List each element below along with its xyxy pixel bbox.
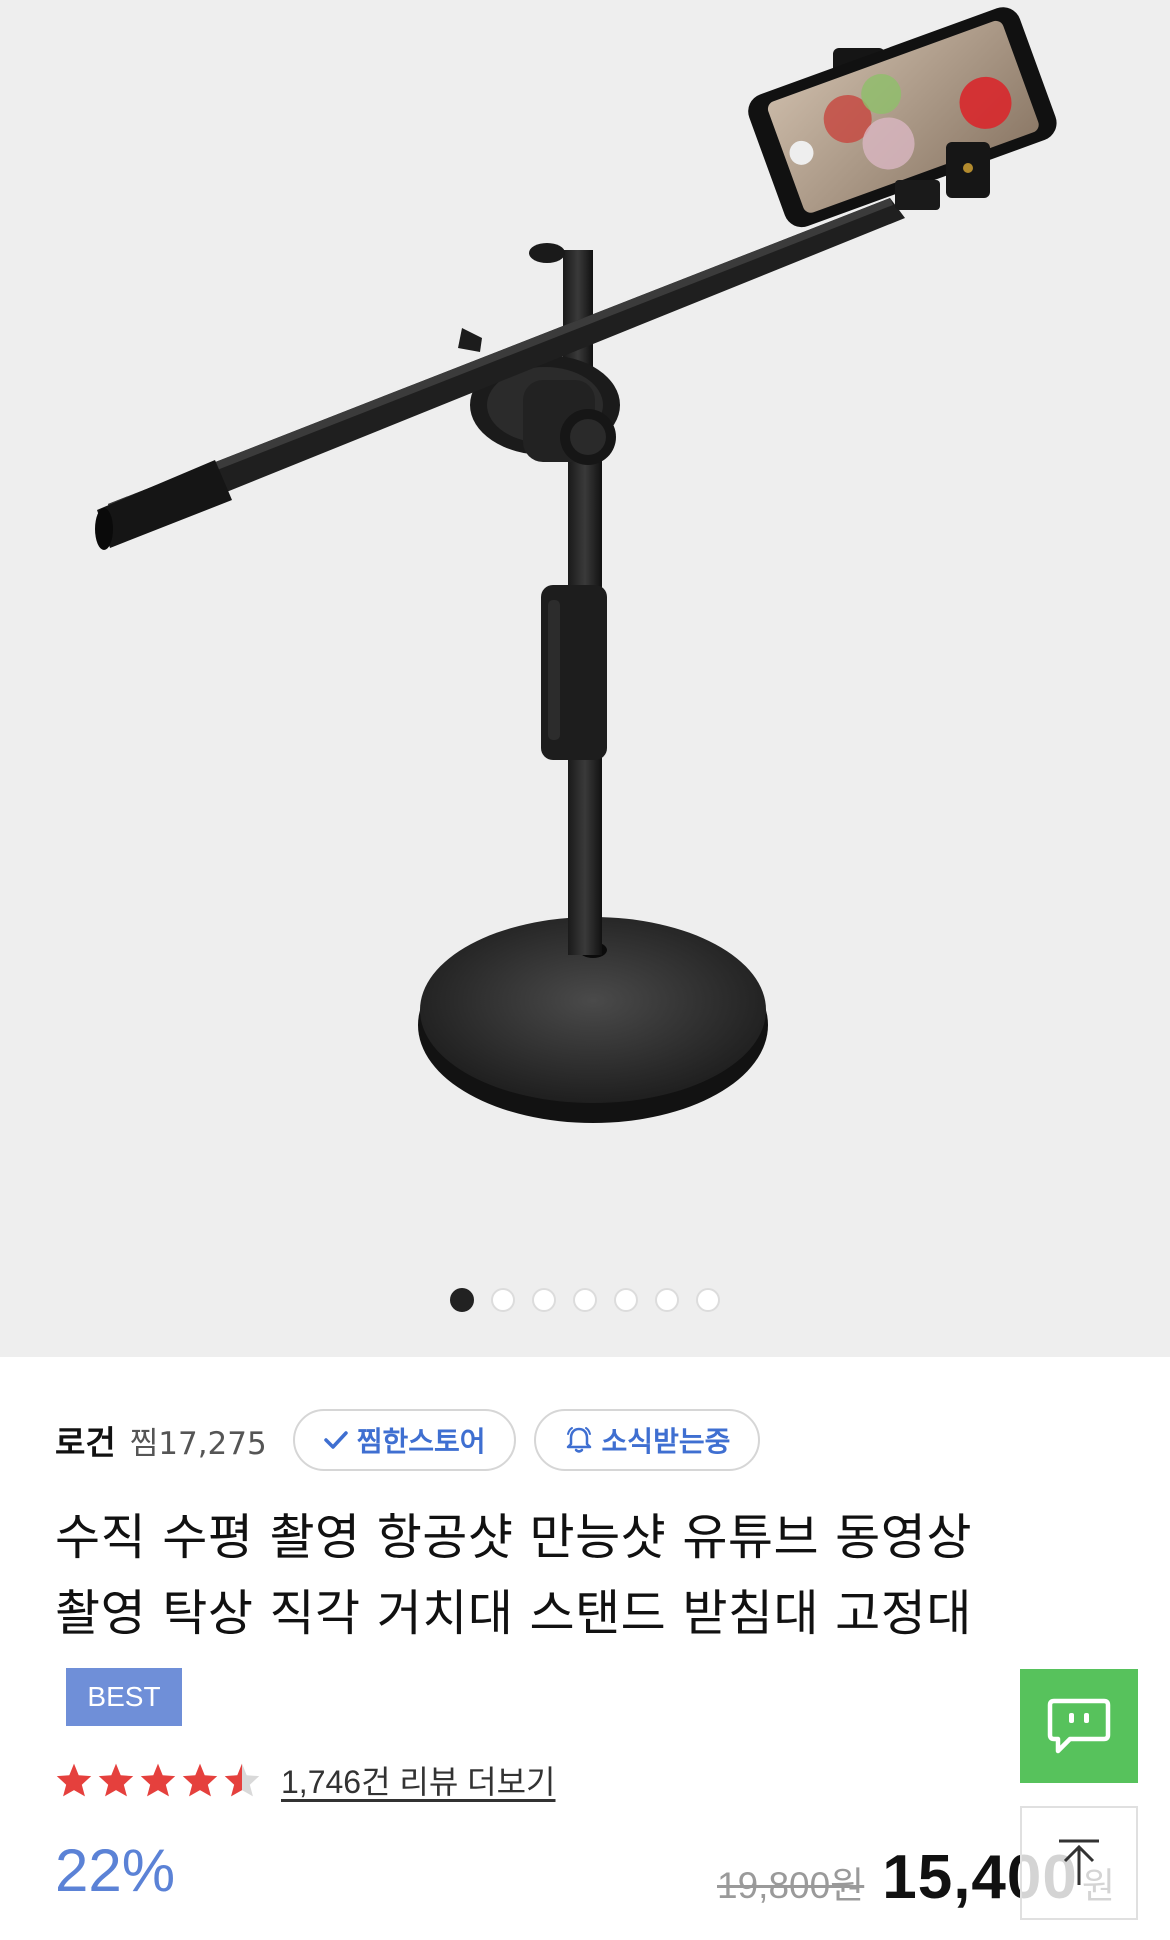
favorite-store-label: 찜한스토어 — [356, 1425, 486, 1458]
store-name[interactable]: 로건 — [55, 1416, 116, 1464]
best-badge: BEST — [66, 1668, 182, 1726]
pager-dot-4[interactable] — [573, 1288, 597, 1312]
image-pager[interactable] — [0, 1288, 1170, 1312]
star-half-icon — [224, 1763, 260, 1797]
product-title-line-1: 수직 수평 촬영 항공샷 만능샷 유튜브 동영상 — [55, 1509, 972, 1566]
check-icon — [323, 1431, 348, 1449]
bell-icon — [566, 1427, 591, 1453]
star-icon — [182, 1763, 218, 1797]
star-icon — [98, 1763, 134, 1797]
product-title: 수직 수평 촬영 항공샷 만능샷 유튜브 동영상 촬영 탁상 직각 거치대 스탠… — [55, 1500, 1095, 1652]
star-icon — [56, 1763, 92, 1797]
rating-row: 1,746건 리뷰 더보기 — [55, 1752, 556, 1808]
discount-rate: 22% — [55, 1837, 176, 1904]
star-rating — [55, 1762, 261, 1798]
product-image — [95, 7, 1057, 1123]
chat-icon — [1047, 1698, 1111, 1754]
chat-button[interactable] — [1020, 1669, 1138, 1783]
store-wish-count: 찜17,275 — [129, 1425, 267, 1462]
pager-dot-6[interactable] — [655, 1288, 679, 1312]
arrow-up-icon — [1059, 1839, 1099, 1885]
favorite-store-button[interactable]: 찜한스토어 — [292, 1409, 516, 1471]
subscribe-label: 소식받는중 — [601, 1425, 731, 1458]
review-link[interactable]: 1,746건 리뷰 더보기 — [281, 1757, 556, 1803]
star-icon — [140, 1763, 176, 1797]
original-price: 19,800원 — [717, 1865, 865, 1906]
scroll-to-top-button[interactable] — [1020, 1806, 1138, 1920]
product-image-gallery[interactable] — [0, 0, 1170, 1357]
store-info-row: 로건 찜17,275 찜한스토어 소식받는중 — [55, 1408, 761, 1472]
pager-dot-5[interactable] — [614, 1288, 638, 1312]
pager-dot-1[interactable] — [450, 1288, 474, 1312]
subscribe-button[interactable]: 소식받는중 — [533, 1409, 761, 1471]
pager-dot-2[interactable] — [491, 1288, 515, 1312]
pager-dot-3[interactable] — [532, 1288, 556, 1312]
pager-dot-7[interactable] — [696, 1288, 720, 1312]
product-title-line-2: 촬영 탁상 직각 거치대 스탠드 받침대 고정대 — [55, 1585, 972, 1642]
